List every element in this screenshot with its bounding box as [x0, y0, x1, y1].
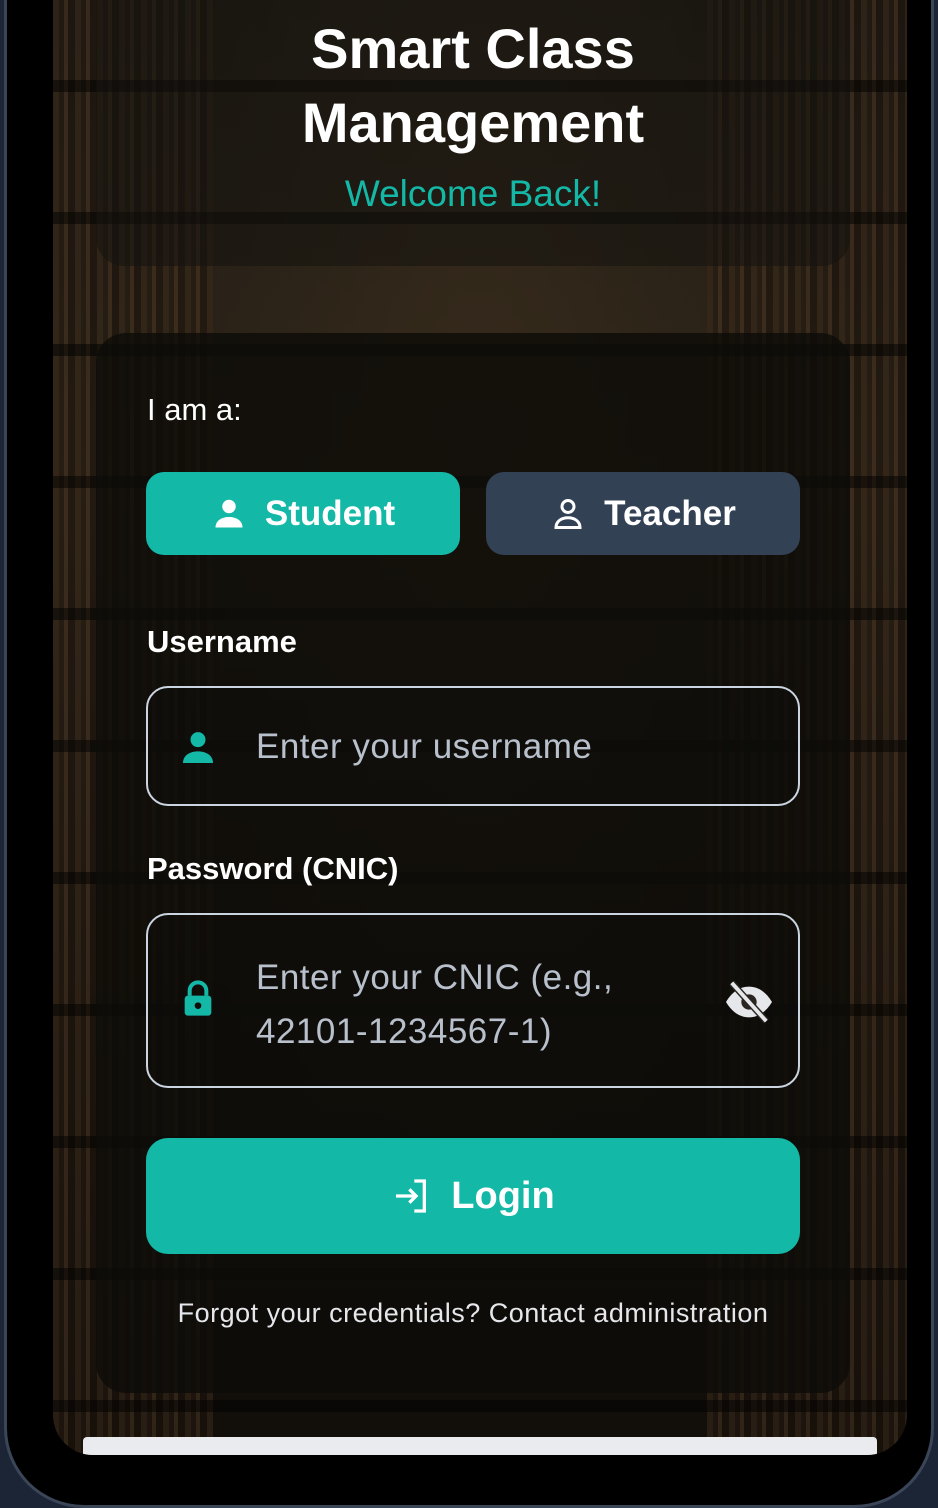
login-arrow-icon — [396, 1179, 427, 1213]
eye-off-icon[interactable] — [724, 979, 774, 1025]
student-role-label: Student — [264, 493, 396, 533]
username-input[interactable] — [256, 722, 776, 772]
username-label: Username — [147, 624, 297, 659]
login-label: Login — [451, 1174, 555, 1217]
app-title: Smart Class Management — [96, 12, 850, 160]
password-placeholder-line2: 42101-1234567-1) — [256, 1012, 553, 1051]
person-outline-icon — [554, 498, 582, 529]
forgot-credentials-text[interactable]: Forgot your credentials? Contact adminis… — [96, 1298, 850, 1329]
welcome-text: Welcome Back! — [344, 173, 602, 214]
username-field[interactable] — [146, 686, 800, 806]
person-filled-icon — [183, 732, 213, 763]
password-field[interactable]: Enter your CNIC (e.g., 42101-1234567-1) — [146, 913, 800, 1088]
teacher-role-label: Teacher — [604, 493, 736, 533]
password-label: Password (CNIC) — [147, 851, 399, 886]
person-filled-icon — [215, 499, 243, 527]
student-role-button[interactable]: Student — [146, 472, 460, 555]
login-button[interactable]: Login — [146, 1138, 800, 1254]
app-title-line2: Management — [301, 91, 645, 154]
lock-icon — [184, 980, 212, 1016]
app-title-line1: Smart Class — [311, 17, 635, 80]
home-indicator-bar — [83, 1437, 877, 1455]
password-placeholder-line1: Enter your CNIC (e.g., — [256, 958, 614, 997]
role-label: I am a: — [147, 392, 242, 427]
teacher-role-button[interactable]: Teacher — [486, 472, 800, 555]
password-input[interactable]: Enter your CNIC (e.g., 42101-1234567-1) — [256, 951, 706, 1059]
